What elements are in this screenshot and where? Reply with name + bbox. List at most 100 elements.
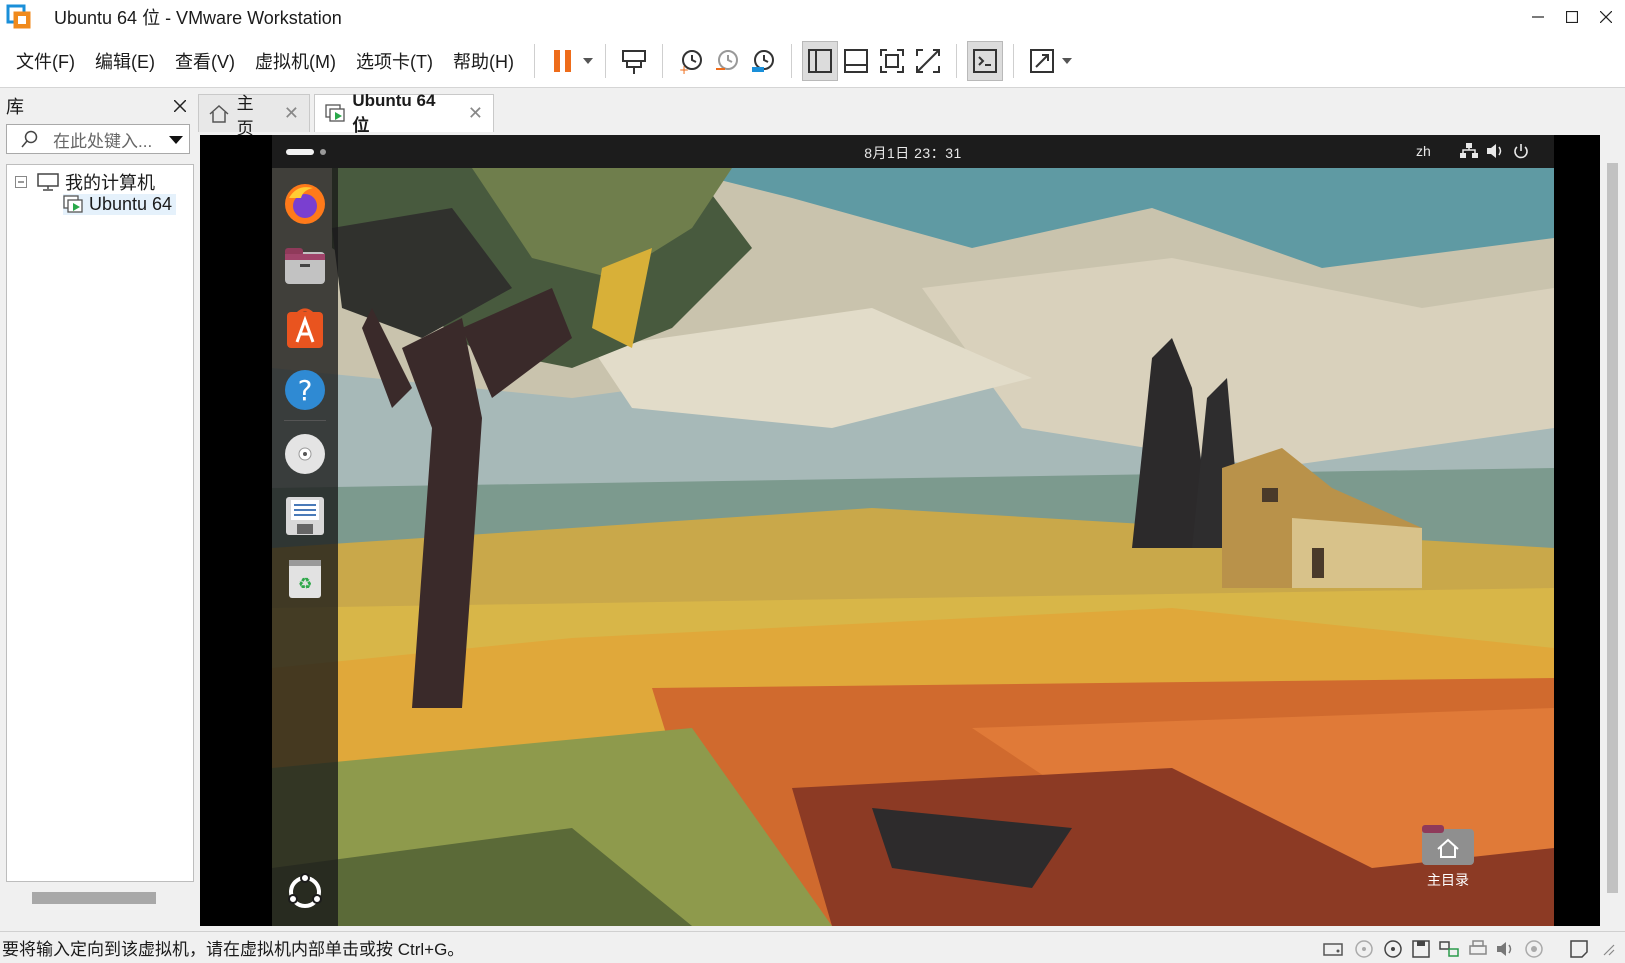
cd-dvd-icon[interactable] <box>1382 939 1404 959</box>
tab-ubuntu-close-button[interactable]: ✕ <box>468 103 483 124</box>
send-keys-icon <box>621 49 646 74</box>
help-icon[interactable]: ? <box>281 366 329 414</box>
library-horizontal-scrollbar[interactable] <box>6 888 194 908</box>
toolbar-separator <box>955 43 957 78</box>
trash-icon[interactable]: ♻ <box>281 554 329 602</box>
gnome-clock[interactable]: 8月1日 23：31 <box>272 143 1554 163</box>
network-adapter-icon[interactable] <box>1438 939 1460 959</box>
volume-icon[interactable] <box>1486 143 1504 159</box>
ubuntu-software-icon[interactable] <box>281 304 329 352</box>
dock-separator <box>284 420 326 421</box>
menu-toolbar: 文件(F) 编辑(E) 查看(V) 虚拟机(M) 选项卡(T) 帮助(H) + <box>0 34 1625 88</box>
input-language-indicator[interactable]: zh <box>1416 143 1431 159</box>
title-bar: Ubuntu 64 位 - VMware Workstation <box>0 0 1625 34</box>
tab-home[interactable]: 主页 ✕ <box>198 94 310 138</box>
stretch-dropdown-button[interactable] <box>1060 41 1074 81</box>
library-search-input[interactable]: 在此处键入... <box>53 127 152 152</box>
message-log-icon[interactable] <box>1568 939 1590 959</box>
files-icon[interactable] <box>281 242 329 290</box>
snapshot-manager-button[interactable] <box>745 41 781 81</box>
vmware-logo-icon <box>6 4 32 30</box>
maximize-button[interactable] <box>1555 0 1589 34</box>
firefox-icon[interactable] <box>281 180 329 228</box>
scrollbar-thumb[interactable] <box>1607 163 1618 893</box>
desktop-wallpaper[interactable] <box>272 168 1554 926</box>
tab-ubuntu[interactable]: Ubuntu 64 位 ✕ <box>314 91 494 135</box>
library-search-box[interactable]: 在此处键入... <box>6 124 190 154</box>
stretch-guest-button[interactable] <box>1024 41 1060 81</box>
gnome-top-bar: 8月1日 23：31 zh <box>272 135 1554 168</box>
show-library-button[interactable] <box>801 40 838 81</box>
dvd-drive-icon[interactable] <box>281 430 329 478</box>
printer-icon[interactable] <box>1467 939 1489 959</box>
home-folder-icon <box>1422 825 1474 865</box>
window-title: Ubuntu 64 位 - VMware Workstation <box>54 8 342 28</box>
toolbar-separator <box>604 43 606 78</box>
unity-mode-button[interactable] <box>910 41 946 81</box>
tab-home-label: 主页 <box>236 93 254 138</box>
close-library-button[interactable] <box>173 96 187 117</box>
vm-icon <box>63 194 83 213</box>
svg-text:♻: ♻ <box>298 574 312 593</box>
status-bar: 要将输入定向到该虚拟机，请在虚拟机内部单击或按 Ctrl+G。 <box>0 931 1625 963</box>
power-icon[interactable] <box>1513 143 1529 159</box>
revert-snapshot-icon <box>715 49 738 70</box>
tree-item-my-computer[interactable]: 我的计算机 <box>15 169 155 195</box>
vm-vertical-scrollbar[interactable] <box>1600 135 1625 926</box>
computer-icon <box>37 173 59 191</box>
toolbar-separator <box>1012 43 1014 78</box>
close-icon <box>173 98 187 113</box>
scrollbar-thumb[interactable] <box>32 892 156 904</box>
stretch-icon <box>1029 48 1054 73</box>
toolbar-separator <box>790 43 792 78</box>
sound-card-icon[interactable] <box>1495 939 1517 959</box>
tab-strip: 主页 ✕ Ubuntu 64 位 ✕ <box>198 91 498 138</box>
hard-disk-icon[interactable] <box>1322 939 1344 959</box>
tree-label-my-computer: 我的计算机 <box>65 173 155 193</box>
pause-icon <box>553 49 571 72</box>
library-title: 库 <box>6 97 24 117</box>
chevron-down-icon[interactable] <box>169 136 183 144</box>
pause-button[interactable] <box>545 41 581 81</box>
guest-desktop[interactable]: 8月1日 23：31 zh ? ♻ 主目录 <box>272 135 1554 926</box>
resize-grip-icon[interactable] <box>1598 939 1616 959</box>
tab-ubuntu-label: Ubuntu 64 位 <box>352 91 436 135</box>
menu-help[interactable]: 帮助(H) <box>443 48 524 74</box>
svg-text:+: + <box>679 63 689 75</box>
tree-label-ubuntu-vm: Ubuntu 64 <box>89 194 173 214</box>
tree-item-ubuntu-vm[interactable]: Ubuntu 64 <box>63 194 177 215</box>
tab-home-close-button[interactable]: ✕ <box>284 103 299 124</box>
show-applications-icon[interactable] <box>281 868 329 916</box>
revert-snapshot-button[interactable] <box>709 41 745 81</box>
show-thumbnail-bar-button[interactable] <box>838 41 874 81</box>
menu-edit[interactable]: 编辑(E) <box>85 48 165 74</box>
toolbar-separator <box>661 43 663 78</box>
vm-console[interactable]: 8月1日 23：31 zh ? ♻ 主目录 <box>200 135 1625 926</box>
collapse-icon[interactable] <box>15 176 27 188</box>
desktop-home-folder[interactable]: 主目录 <box>1408 819 1488 890</box>
library-tree: 我的计算机 Ubuntu 64 <box>6 164 194 882</box>
unity-icon <box>915 48 940 73</box>
cd-dvd-inactive-icon[interactable] <box>1353 939 1375 959</box>
ubuntu-dock: ? ♻ <box>272 168 338 926</box>
usb-controller-icon[interactable] <box>1523 939 1545 959</box>
full-screen-button[interactable] <box>874 41 910 81</box>
floppy-icon[interactable] <box>1410 939 1432 959</box>
svg-text:?: ? <box>298 374 313 407</box>
menu-view[interactable]: 查看(V) <box>165 48 245 74</box>
console-icon <box>972 48 997 73</box>
take-snapshot-button[interactable]: + <box>673 41 709 81</box>
thumbnail-bar-icon <box>843 48 868 73</box>
close-window-button[interactable] <box>1589 0 1623 34</box>
minimize-button[interactable] <box>1521 0 1555 34</box>
console-view-button[interactable] <box>966 40 1003 81</box>
floppy-disk-icon[interactable] <box>281 492 329 540</box>
send-ctrl-alt-del-button[interactable] <box>616 41 652 81</box>
status-message: 要将输入定向到该虚拟机，请在虚拟机内部单击或按 Ctrl+G。 <box>2 940 465 959</box>
menu-file[interactable]: 文件(F) <box>6 48 85 74</box>
menu-vm[interactable]: 虚拟机(M) <box>245 48 346 74</box>
power-dropdown-button[interactable] <box>581 41 595 81</box>
menu-tabs[interactable]: 选项卡(T) <box>346 48 443 74</box>
network-icon[interactable] <box>1460 143 1478 159</box>
search-icon <box>21 130 38 148</box>
